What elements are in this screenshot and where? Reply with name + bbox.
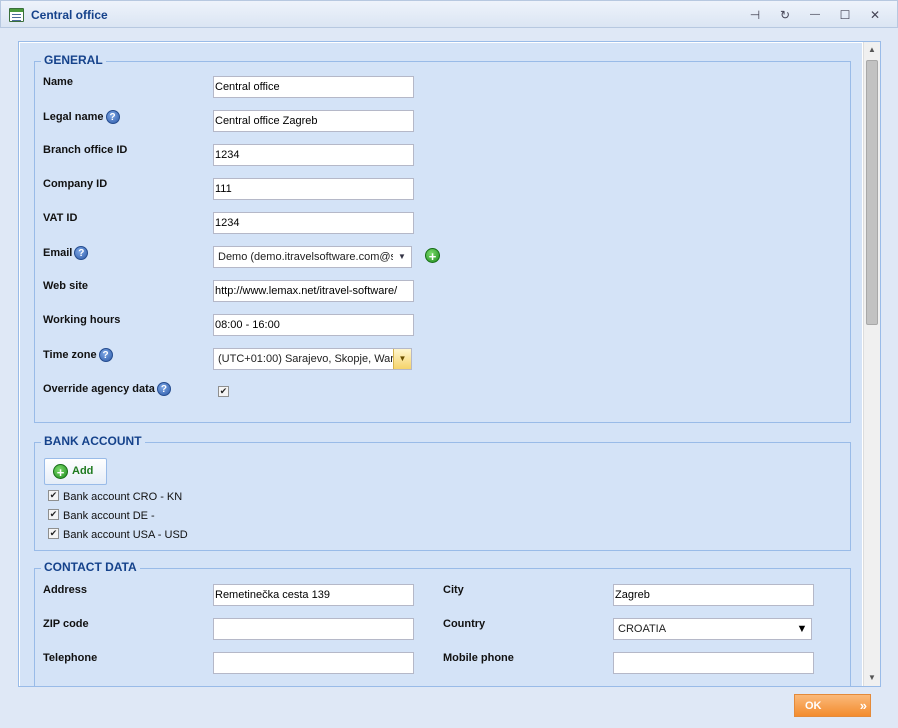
chevron-down-icon[interactable]: ▼ [393, 247, 411, 267]
double-chevron-right-icon: » [859, 698, 867, 713]
email-select-value: Demo (demo.itravelsoftware.com@s [218, 251, 397, 263]
form-icon [9, 8, 24, 22]
contact-data-section: CONTACT DATA Address Remetinečka cesta 1… [34, 560, 851, 686]
minimize-icon[interactable]: — [807, 7, 823, 23]
company-id-input[interactable]: 111 [213, 178, 414, 200]
help-icon[interactable]: ? [156, 382, 171, 396]
refresh-icon[interactable]: ↻ [777, 7, 793, 23]
zip-code-input[interactable] [213, 618, 414, 640]
bank-account-label: Bank account CRO - KN [63, 491, 183, 503]
form-panel: GENERAL Name Central office Legal name? … [18, 41, 881, 687]
window-titlebar: Central office ⊣ ↻ — ☐ ✕ [0, 0, 898, 28]
city-label: City [443, 584, 464, 596]
maximize-icon[interactable]: ☐ [837, 7, 853, 23]
name-input[interactable]: Central office [213, 76, 414, 98]
contact-data-legend: CONTACT DATA [41, 560, 140, 574]
country-select[interactable]: CROATIA ▼ [613, 618, 812, 640]
override-agency-label: Override agency data? [43, 382, 171, 396]
working-hours-label: Working hours [43, 314, 121, 326]
chevron-down-icon[interactable]: ▼ [793, 619, 811, 639]
help-icon[interactable]: ? [98, 348, 113, 362]
bank-account-checkbox[interactable]: ✔ [48, 509, 59, 520]
bank-account-label: Bank account DE - [63, 510, 155, 522]
help-icon[interactable]: ? [74, 246, 89, 260]
general-section: GENERAL Name Central office Legal name? … [34, 53, 851, 423]
country-select-value: CROATIA [618, 623, 667, 635]
zip-code-label: ZIP code [43, 618, 89, 630]
ok-button-label: OK [805, 700, 822, 712]
window-title: Central office [31, 8, 108, 22]
help-icon[interactable]: ? [105, 110, 120, 124]
address-input[interactable]: Remetinečka cesta 139 [213, 584, 414, 606]
pin-icon[interactable]: ⊣ [747, 7, 763, 23]
timezone-select[interactable]: (UTC+01:00) Sarajevo, Skopje, Warsaw ▼ [213, 348, 412, 370]
country-label: Country [443, 618, 486, 630]
mobile-phone-label: Mobile phone [443, 652, 514, 664]
scrollbar-thumb[interactable] [866, 60, 878, 325]
general-legend: GENERAL [41, 53, 106, 67]
chevron-down-icon[interactable]: ▼ [393, 349, 411, 369]
company-id-label: Company ID [43, 178, 108, 190]
website-input[interactable]: http://www.lemax.net/itravel-software/ [213, 280, 414, 302]
legal-name-input[interactable]: Central office Zagreb [213, 110, 414, 132]
plus-icon: + [53, 464, 68, 480]
override-agency-label-text: Override agency data [43, 382, 155, 395]
timezone-select-value: (UTC+01:00) Sarajevo, Skopje, Warsaw [218, 353, 412, 365]
email-label: Email? [43, 246, 89, 260]
timezone-label: Time zone? [43, 348, 113, 362]
scroll-down-icon[interactable]: ▼ [864, 670, 880, 686]
telephone-input[interactable] [213, 652, 414, 674]
scroll-area: GENERAL Name Central office Legal name? … [20, 43, 862, 686]
timezone-label-text: Time zone [43, 348, 97, 361]
address-label: Address [43, 584, 88, 596]
legal-name-label-text: Legal name [43, 110, 104, 123]
bank-account-section: BANK ACCOUNT + Add ✔ Bank account CRO - … [34, 434, 851, 551]
branch-office-id-label: Branch office ID [43, 144, 128, 156]
vertical-scrollbar[interactable]: ▲ ▼ [863, 42, 880, 686]
scroll-up-icon[interactable]: ▲ [864, 42, 880, 58]
email-label-text: Email [43, 246, 73, 259]
bank-account-checkbox[interactable]: ✔ [48, 490, 59, 501]
website-label: Web site [43, 280, 89, 292]
ok-button[interactable]: OK » [794, 694, 871, 717]
override-agency-checkbox[interactable]: ✔ [218, 386, 229, 397]
legal-name-label: Legal name? [43, 110, 120, 124]
email-select[interactable]: Demo (demo.itravelsoftware.com@s ▼ [213, 246, 412, 268]
close-icon[interactable]: ✕ [867, 7, 883, 23]
add-button-label: Add [72, 465, 94, 477]
add-email-icon[interactable]: + [425, 248, 440, 264]
add-bank-account-button[interactable]: + Add [44, 458, 107, 485]
telephone-label: Telephone [43, 652, 98, 664]
working-hours-input[interactable]: 08:00 - 16:00 [213, 314, 414, 336]
bank-account-label: Bank account USA - USD [63, 529, 188, 541]
bank-account-checkbox[interactable]: ✔ [48, 528, 59, 539]
vat-id-input[interactable]: 1234 [213, 212, 414, 234]
name-label: Name [43, 76, 73, 88]
mobile-phone-input[interactable] [613, 652, 814, 674]
vat-id-label: VAT ID [43, 212, 78, 224]
branch-office-id-input[interactable]: 1234 [213, 144, 414, 166]
city-input[interactable]: Zagreb [613, 584, 814, 606]
bank-account-legend: BANK ACCOUNT [41, 434, 145, 448]
